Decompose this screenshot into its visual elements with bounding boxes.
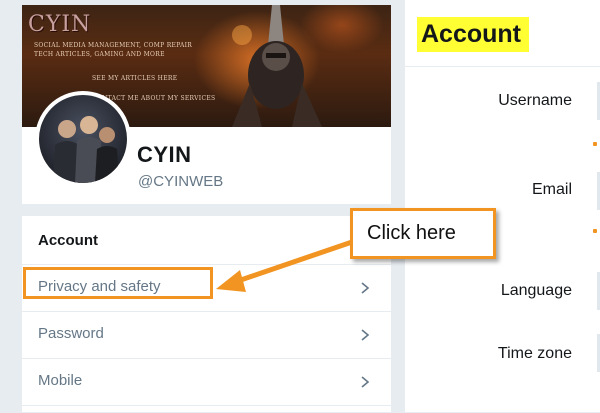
username-label: Username <box>498 92 572 109</box>
language-label: Language <box>500 282 572 299</box>
time-zone-label: Time zone <box>497 345 572 362</box>
field-hint-marker <box>593 142 597 146</box>
profile-name[interactable]: CYIN <box>137 142 192 168</box>
settings-menu: Account Privacy and safety Password Mobi… <box>22 216 391 412</box>
menu-item-label: Privacy and safety <box>38 278 161 295</box>
profile-card: CYIN SOCIAL MEDIA MANAGEMENT, COMP REPAI… <box>22 5 391 204</box>
account-panel: Account Username Email Language Time zon… <box>405 0 600 412</box>
chevron-right-icon <box>361 329 370 341</box>
menu-item-mobile[interactable]: Mobile <box>22 358 391 405</box>
menu-item-label: Password <box>38 325 104 342</box>
menu-item-password[interactable]: Password <box>22 311 391 358</box>
banner-knight-image <box>232 5 322 127</box>
banner-tagline: SOCIAL MEDIA MANAGEMENT, COMP REPAIR <box>34 42 193 49</box>
avatar-photo <box>53 116 119 183</box>
banner-title: CYIN <box>28 12 92 37</box>
menu-item-account[interactable]: Account <box>38 232 98 249</box>
field-hint-marker <box>593 229 597 233</box>
callout-text: Click here <box>367 222 456 244</box>
profile-handle[interactable]: @CYINWEB <box>138 173 223 190</box>
email-label: Email <box>531 181 572 198</box>
banner-tagline: SEE MY ARTICLES HERE <box>92 75 178 82</box>
chevron-right-icon <box>361 282 370 294</box>
divider <box>405 66 600 67</box>
menu-item-privacy-and-safety[interactable]: Privacy and safety <box>22 264 391 311</box>
page-title: Account <box>417 17 529 52</box>
chevron-right-icon <box>361 376 370 388</box>
menu-item-label: Mobile <box>38 372 83 389</box>
callout-box: Click here <box>350 208 496 259</box>
avatar[interactable] <box>35 91 131 187</box>
banner-tagline: TECH ARTICLES, GAMING AND MORE <box>34 51 165 58</box>
